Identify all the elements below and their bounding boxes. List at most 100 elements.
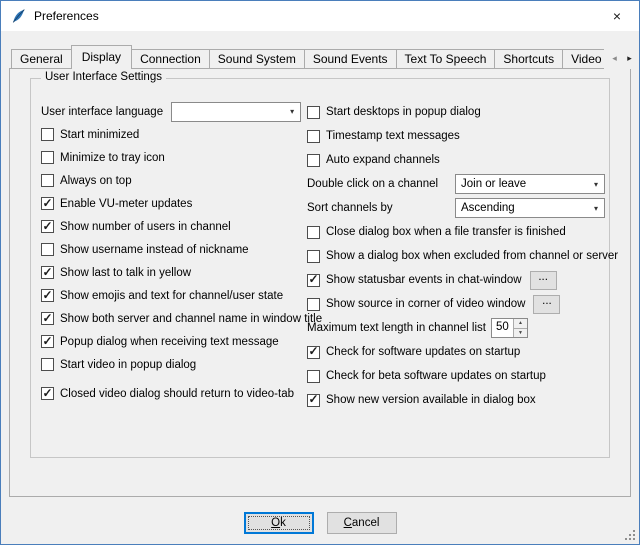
- row-last-to-talk[interactable]: ✓ Show last to talk in yellow: [41, 261, 303, 284]
- title-bar[interactable]: Preferences ×: [1, 1, 639, 31]
- row-auto-expand-channels[interactable]: ✓ Auto expand channels: [307, 148, 605, 172]
- row-show-user-count[interactable]: ✓ Show number of users in channel: [41, 215, 303, 238]
- row-excluded-dialog[interactable]: ✓ Show a dialog box when excluded from c…: [307, 244, 605, 268]
- checkbox-show-username[interactable]: ✓: [41, 243, 54, 256]
- row-timestamp-messages[interactable]: ✓ Timestamp text messages: [307, 124, 605, 148]
- checkbox-auto-expand-channels[interactable]: ✓: [307, 154, 320, 167]
- chevron-down-icon: ▾: [588, 180, 604, 189]
- spin-down-icon[interactable]: ▼: [514, 329, 527, 338]
- button-label: Ok: [271, 517, 286, 529]
- row-vu-meter-updates[interactable]: ✓ Enable VU-meter updates: [41, 192, 303, 215]
- checkbox-server-channel-title[interactable]: ✓: [41, 312, 54, 325]
- row-check-updates[interactable]: ✓ Check for software updates on startup: [307, 340, 605, 364]
- chevron-down-icon: ▾: [588, 204, 604, 213]
- checkmark-icon: ✓: [42, 220, 52, 232]
- checkbox-video-source-corner[interactable]: ✓: [307, 298, 320, 311]
- checkbox-label: Close dialog box when a file transfer is…: [326, 226, 566, 238]
- chevron-down-icon: ▾: [284, 107, 300, 116]
- ok-button[interactable]: Ok: [244, 512, 314, 534]
- cancel-button[interactable]: Cancel: [327, 512, 397, 534]
- sort-channels-dropdown[interactable]: Ascending ▾: [455, 198, 605, 218]
- checkbox-excluded-dialog[interactable]: ✓: [307, 250, 320, 263]
- row-popup-text-message[interactable]: ✓ Popup dialog when receiving text messa…: [41, 330, 303, 353]
- checkbox-label: Show both server and channel name in win…: [60, 313, 322, 325]
- checkbox-label: Show source in corner of video window: [326, 298, 525, 310]
- checkbox-last-to-talk[interactable]: ✓: [41, 266, 54, 279]
- row-video-source-corner[interactable]: ✓ Show source in corner of video window …: [307, 292, 605, 316]
- checkmark-icon: ✓: [308, 393, 318, 405]
- row-statusbar-events[interactable]: ✓ Show statusbar events in chat-window .…: [307, 268, 605, 292]
- groupbox-title: User Interface Settings: [41, 71, 166, 83]
- checkmark-icon: ✓: [308, 273, 318, 285]
- resize-grip[interactable]: [622, 527, 636, 541]
- language-row: User interface language ▾: [41, 100, 303, 123]
- row-check-beta-updates[interactable]: ✓ Check for beta software updates on sta…: [307, 364, 605, 388]
- row-show-emojis[interactable]: ✓ Show emojis and text for channel/user …: [41, 284, 303, 307]
- double-click-value: Join or leave: [456, 178, 588, 190]
- checkmark-icon: ✓: [42, 312, 52, 324]
- tab-sound-system[interactable]: Sound System: [209, 49, 305, 69]
- row-new-version-dialog[interactable]: ✓ Show new version available in dialog b…: [307, 388, 605, 412]
- checkbox-start-video-popup[interactable]: ✓: [41, 358, 54, 371]
- tab-scroll-right-icon[interactable]: ▸: [622, 48, 637, 68]
- checkbox-check-beta-updates[interactable]: ✓: [307, 370, 320, 383]
- tab-display[interactable]: Display: [71, 45, 132, 69]
- checkbox-label: Check for beta software updates on start…: [326, 370, 546, 382]
- checkbox-new-version-dialog[interactable]: ✓: [307, 394, 320, 407]
- row-start-video-popup[interactable]: ✓ Start video in popup dialog: [41, 353, 303, 376]
- button-label: Cancel: [344, 517, 380, 529]
- checkbox-minimize-to-tray[interactable]: ✓: [41, 151, 54, 164]
- checkbox-vu-meter-updates[interactable]: ✓: [41, 197, 54, 210]
- row-always-on-top[interactable]: ✓ Always on top: [41, 169, 303, 192]
- sort-channels-label: Sort channels by: [307, 202, 393, 214]
- row-server-channel-title[interactable]: ✓ Show both server and channel name in w…: [41, 307, 303, 330]
- checkbox-always-on-top[interactable]: ✓: [41, 174, 54, 187]
- tab-shortcuts[interactable]: Shortcuts: [494, 49, 563, 69]
- checkmark-icon: ✓: [308, 345, 318, 357]
- checkbox-close-on-transfer[interactable]: ✓: [307, 226, 320, 239]
- checkbox-label: Start video in popup dialog: [60, 359, 196, 371]
- max-text-length-row: Maximum text length in channel list 50 ▲…: [307, 316, 605, 340]
- max-text-length-spinner[interactable]: 50 ▲ ▼: [491, 318, 528, 338]
- checkbox-label: Auto expand channels: [326, 154, 440, 166]
- checkbox-label: Start desktops in popup dialog: [326, 106, 481, 118]
- checkbox-check-updates[interactable]: ✓: [307, 346, 320, 359]
- checkbox-closed-video-return[interactable]: ✓: [41, 387, 54, 400]
- tab-scroll-left-icon[interactable]: ◂: [607, 48, 622, 68]
- close-button[interactable]: ×: [595, 1, 639, 31]
- double-click-row: Double click on a channel Join or leave …: [307, 172, 605, 196]
- app-icon: [10, 8, 27, 25]
- checkmark-icon: ✓: [42, 289, 52, 301]
- checkbox-label: Show emojis and text for channel/user st…: [60, 290, 283, 302]
- statusbar-events-browse-button[interactable]: ...: [530, 271, 557, 290]
- tab-scroll: ◂ ▸: [604, 47, 637, 69]
- row-closed-video-return[interactable]: ✓ Closed video dialog should return to v…: [41, 382, 303, 405]
- video-source-browse-button[interactable]: ...: [533, 295, 560, 314]
- language-dropdown[interactable]: ▾: [171, 102, 301, 122]
- checkbox-show-emojis[interactable]: ✓: [41, 289, 54, 302]
- checkbox-statusbar-events[interactable]: ✓: [307, 274, 320, 287]
- tab-connection[interactable]: Connection: [131, 49, 210, 69]
- checkbox-desktops-popup[interactable]: ✓: [307, 106, 320, 119]
- checkbox-label: Popup dialog when receiving text message: [60, 336, 279, 348]
- double-click-dropdown[interactable]: Join or leave ▾: [455, 174, 605, 194]
- left-column: User interface language ▾ ✓ Start minimi…: [41, 100, 303, 412]
- spin-up-icon[interactable]: ▲: [514, 319, 527, 329]
- row-show-username[interactable]: ✓ Show username instead of nickname: [41, 238, 303, 261]
- checkbox-popup-text-message[interactable]: ✓: [41, 335, 54, 348]
- row-minimize-to-tray[interactable]: ✓ Minimize to tray icon: [41, 146, 303, 169]
- checkbox-label: Closed video dialog should return to vid…: [60, 388, 294, 400]
- row-close-on-transfer[interactable]: ✓ Close dialog box when a file transfer …: [307, 220, 605, 244]
- checkbox-label: Show username instead of nickname: [60, 244, 249, 256]
- tab-text-to-speech[interactable]: Text To Speech: [396, 49, 496, 69]
- tab-sound-events[interactable]: Sound Events: [304, 49, 397, 69]
- checkbox-timestamp-messages[interactable]: ✓: [307, 130, 320, 143]
- tab-general[interactable]: General: [11, 49, 72, 69]
- row-start-minimized[interactable]: ✓ Start minimized: [41, 123, 303, 146]
- checkbox-label: Timestamp text messages: [326, 130, 460, 142]
- checkmark-icon: ✓: [42, 387, 52, 399]
- checkbox-label: Enable VU-meter updates: [60, 198, 192, 210]
- checkbox-start-minimized[interactable]: ✓: [41, 128, 54, 141]
- checkbox-show-user-count[interactable]: ✓: [41, 220, 54, 233]
- row-desktops-popup[interactable]: ✓ Start desktops in popup dialog: [307, 100, 605, 124]
